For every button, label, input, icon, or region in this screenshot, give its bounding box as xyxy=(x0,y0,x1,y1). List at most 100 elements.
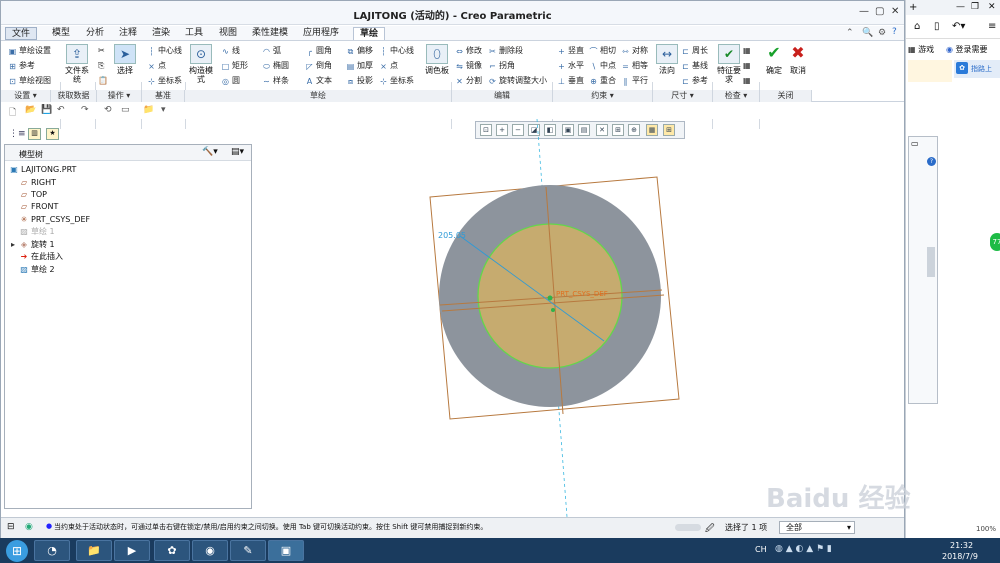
tab-applications[interactable]: 应用程序 xyxy=(297,27,345,40)
group-label-operations[interactable]: 操作 ▾ xyxy=(97,90,142,102)
inspect-option-3-icon[interactable]: ▦ xyxy=(743,75,751,86)
center-point[interactable] xyxy=(551,308,555,312)
taskbar-app[interactable]: ◉ xyxy=(192,540,228,561)
horizontal-constraint-button[interactable]: + 水平 xyxy=(557,60,584,71)
reference-button[interactable]: ⊞ 参考 xyxy=(8,60,35,71)
line-button[interactable]: ∿ 线 xyxy=(221,45,240,56)
copy-icon[interactable]: ⎘ xyxy=(98,60,104,71)
scrollbar-thumb[interactable] xyxy=(927,247,935,277)
maximize-icon[interactable]: ▢ xyxy=(875,6,884,17)
tree-item[interactable]: ▣ LAJITONG.PRT xyxy=(9,165,76,175)
paste-icon[interactable]: 📋 xyxy=(98,75,108,86)
tree-settings-icon[interactable]: 🔨▾ xyxy=(202,147,218,157)
tab-flexible-modeling[interactable]: 柔性建模 xyxy=(246,27,294,40)
datum-csys-button[interactable]: ⊹ 坐标系 xyxy=(147,75,182,86)
datum-centerline-button[interactable]: ┆ 中心线 xyxy=(147,45,182,56)
mirror-button[interactable]: ⇋ 镜像 xyxy=(455,60,482,71)
select-button[interactable]: ➤ 选择 xyxy=(112,44,138,75)
cut-icon[interactable]: ✂ xyxy=(98,45,105,56)
group-label-setup[interactable]: 设置 ▾ xyxy=(1,90,51,102)
selection-icon[interactable]: 🖉 xyxy=(705,521,715,537)
help-icon[interactable]: ? xyxy=(927,157,936,166)
taskbar-app[interactable]: ✎ xyxy=(230,540,266,561)
pointer-banner[interactable]: ✿ 指路上 xyxy=(954,60,1000,78)
diameter-dimension[interactable]: 205.05 xyxy=(438,231,466,240)
save-icon[interactable]: 💾 xyxy=(41,105,52,115)
regenerate-icon[interactable]: ⟲ xyxy=(104,105,112,115)
symmetric-constraint-button[interactable]: ⇿ 对称 xyxy=(621,45,648,56)
perimeter-button[interactable]: ⊏ 周长 xyxy=(681,45,708,56)
undo-icon[interactable]: ↶▾ xyxy=(952,21,965,32)
windows-icon[interactable]: ▭ xyxy=(121,105,130,115)
taskbar-app[interactable]: ✿ xyxy=(154,540,190,561)
tree-item[interactable]: ▱ RIGHT xyxy=(19,178,56,188)
file-system-button[interactable]: ⇪ 文件系统 xyxy=(63,44,91,84)
ribbon-minimize-icon[interactable]: ⌃ xyxy=(846,28,854,38)
vertical-constraint-button[interactable]: + 竖直 xyxy=(557,45,584,56)
taskbar-app[interactable]: 📁 xyxy=(76,540,112,561)
group-label-inspect[interactable]: 检查 ▾ xyxy=(713,90,760,102)
tab-sketch[interactable]: 草绘 xyxy=(353,27,386,40)
arc-button[interactable]: ◠ 弧 xyxy=(262,45,281,56)
origin-point[interactable] xyxy=(547,295,553,301)
redo-icon[interactable]: ↷ xyxy=(81,105,89,115)
offset-button[interactable]: ⧉ 偏移 xyxy=(346,45,373,56)
status-globe-icon[interactable]: ◉ xyxy=(25,522,33,532)
tree-filter-icon[interactable]: ▤▾ xyxy=(231,147,244,157)
status-toggle-icon[interactable]: ⊟ xyxy=(7,522,15,532)
tab-model[interactable]: 模型 xyxy=(46,27,76,40)
rectangle-button[interactable]: □ 矩形 xyxy=(221,60,248,71)
tab-tools[interactable]: 工具 xyxy=(179,27,209,40)
modify-button[interactable]: ⇔ 修改 xyxy=(455,45,482,56)
spline-button[interactable]: ∼ 样条 xyxy=(262,75,289,86)
model-tree-tab-icon[interactable]: ⋮≡ xyxy=(9,129,26,139)
construction-mode-button[interactable]: ⊙ 构造模式 xyxy=(188,44,214,84)
sketch-csys-button[interactable]: ⊹ 坐标系 xyxy=(379,75,414,86)
ime-indicator[interactable]: CH xyxy=(755,545,767,554)
customize-icon[interactable]: ▾ xyxy=(161,105,166,115)
start-button[interactable]: ⊞ xyxy=(6,540,28,562)
normal-dimension-button[interactable]: ↔ 法向 xyxy=(655,44,679,75)
cancel-button[interactable]: ✖ 取消 xyxy=(787,44,809,76)
tab-analysis[interactable]: 分析 xyxy=(80,27,110,40)
tree-item[interactable]: ▨ 草绘 1 xyxy=(19,227,54,237)
circle-button[interactable]: ◎ 圆 xyxy=(221,75,240,86)
tree-item[interactable]: ▱ TOP xyxy=(19,190,47,200)
open-icon[interactable]: 📂 xyxy=(25,105,36,115)
close-icon[interactable]: ✕ xyxy=(891,6,899,17)
home-icon[interactable]: ⌂ xyxy=(914,21,920,32)
float-badge[interactable]: 77 xyxy=(990,233,1000,251)
inspect-option-2-icon[interactable]: ▦ xyxy=(743,60,751,71)
thicken-button[interactable]: ▤ 加厚 xyxy=(346,60,373,71)
settings-icon[interactable]: ⚙ xyxy=(878,28,886,38)
folder-icon[interactable]: 📁 xyxy=(143,105,154,115)
palette-button[interactable]: ⬯ 调色板 xyxy=(425,44,449,75)
bookmark-games[interactable]: ▦ 游戏 xyxy=(908,44,934,55)
equal-constraint-button[interactable]: = 相等 xyxy=(621,60,648,71)
phone-icon[interactable]: ▯ xyxy=(934,21,940,32)
coincident-constraint-button[interactable]: ⊕ 重合 xyxy=(589,75,616,86)
ok-button[interactable]: ✔ 确定 xyxy=(763,44,785,76)
group-label-dimension[interactable]: 尺寸 ▾ xyxy=(653,90,713,102)
new-icon[interactable]: 🗋 xyxy=(9,105,16,121)
sketch-point-button[interactable]: × 点 xyxy=(379,60,398,71)
tangent-constraint-button[interactable]: ⌒ 相切 xyxy=(589,45,617,56)
datum-point-button[interactable]: × 点 xyxy=(147,60,166,71)
folder-browser-icon[interactable]: ▥ xyxy=(28,128,41,140)
tree-item[interactable]: ➔ 在此插入 xyxy=(19,252,63,262)
expand-icon[interactable]: ▸ xyxy=(9,240,17,250)
group-label-constrain[interactable]: 约束 ▾ xyxy=(553,90,653,102)
sketch-centerline-button[interactable]: ┆ 中心线 xyxy=(379,45,414,56)
tree-item[interactable]: ▨ 草绘 2 xyxy=(19,265,54,275)
selection-filter-dropdown[interactable]: 全部 ▾ xyxy=(779,521,855,534)
taskbar-app[interactable]: ▶ xyxy=(114,540,150,561)
baseline-button[interactable]: ⊏ 基线 xyxy=(681,60,708,71)
delete-segment-button[interactable]: ✂ 删除段 xyxy=(488,45,523,56)
tree-item[interactable]: ▸ ◈ 旋转 1 xyxy=(9,240,55,250)
text-button[interactable]: A 文本 xyxy=(305,75,332,86)
menu-icon[interactable]: ≡ xyxy=(988,21,996,32)
new-tab-icon[interactable]: + xyxy=(909,2,917,13)
parallel-constraint-button[interactable]: ∥ 平行 xyxy=(621,75,649,86)
divide-button[interactable]: ✕ 分割 xyxy=(455,75,482,86)
fillet-button[interactable]: ╭ 圆角 xyxy=(305,45,332,56)
